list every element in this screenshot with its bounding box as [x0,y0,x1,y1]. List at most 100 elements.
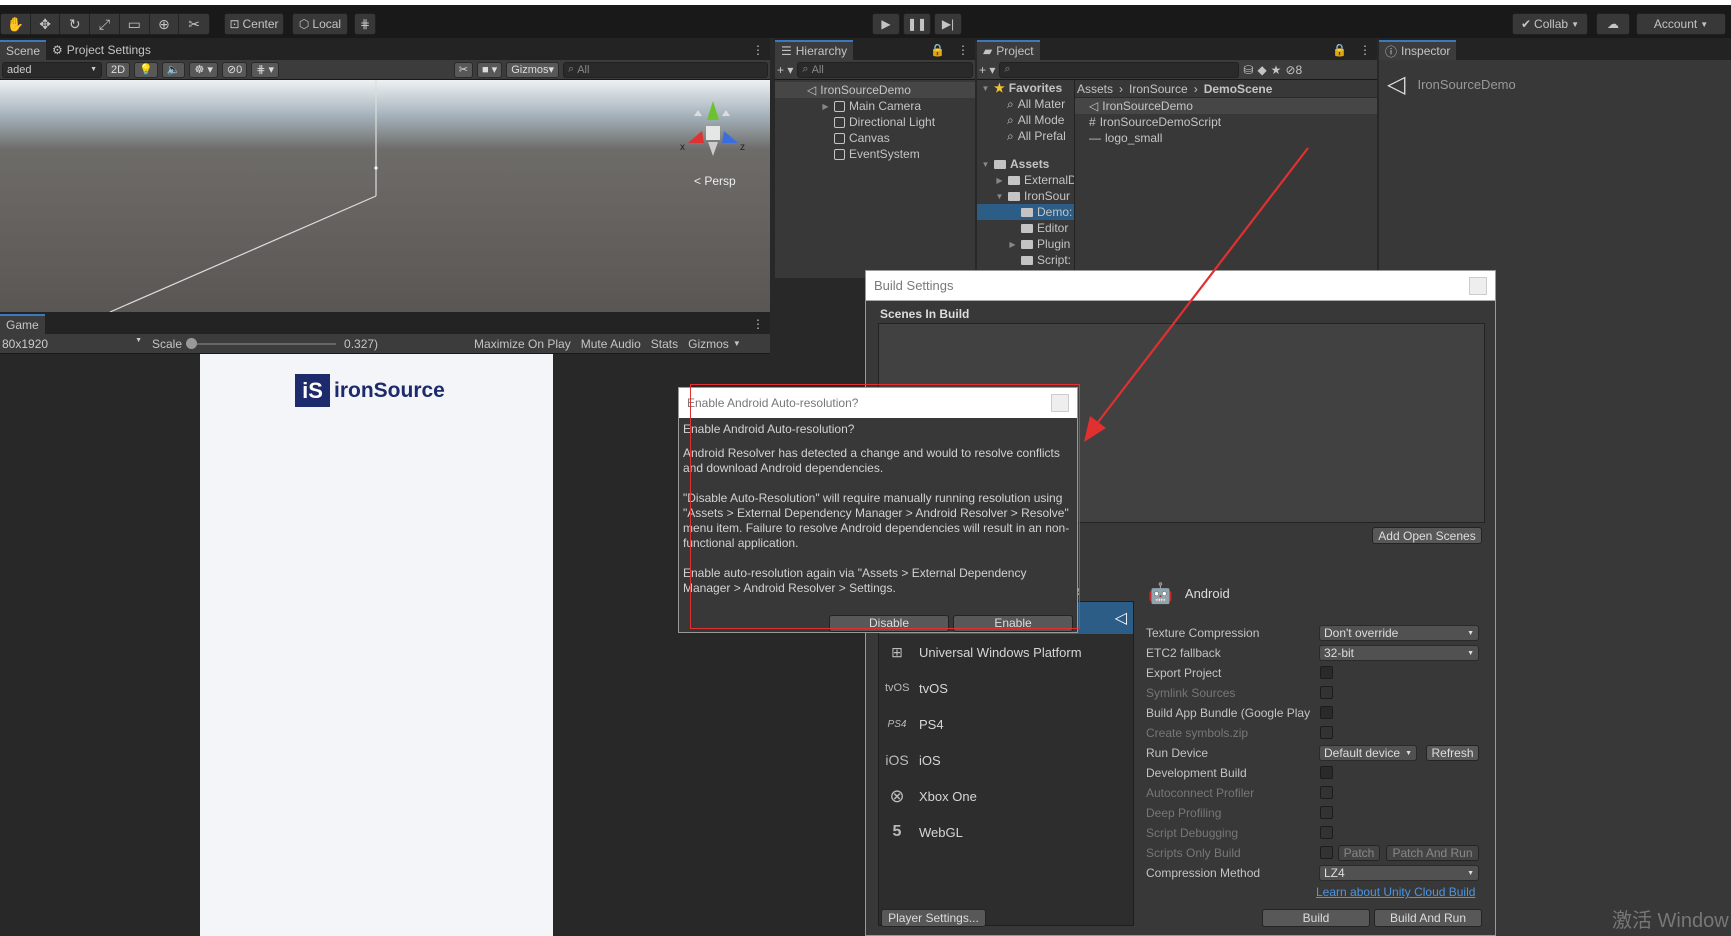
scale-slider[interactable] [186,337,337,349]
breadcrumb-item[interactable]: DemoScene [1204,82,1273,96]
stats-toggle[interactable]: Stats [651,337,678,351]
rotate-tool-icon[interactable]: ↻ [60,14,91,34]
tools-icon[interactable]: ✂ [453,61,473,78]
hierarchy-item-eventsystem[interactable]: EventSystem [775,146,975,162]
refresh-button[interactable]: Refresh [1426,745,1479,761]
transform-tool-icon[interactable]: ⊕ [150,14,180,34]
collab-button[interactable]: ✔ Collab ▼ [1512,13,1588,35]
tab-project[interactable]: ▰ Project [977,40,1040,60]
audio-toggle-icon[interactable]: 🔈 [161,61,186,78]
script-debugging-checkbox[interactable] [1320,826,1333,839]
mute-audio-toggle[interactable]: Mute Audio [581,337,641,351]
panel-menu-icon[interactable]: ⋮ [1353,40,1377,60]
scene-viewport[interactable]: x z < Persp [0,80,770,312]
platform-item[interactable]: ⊗ Xbox One [879,778,1133,814]
lock-icon[interactable]: 🔒 [1326,40,1353,60]
scene-orientation-gizmo[interactable]: x z [678,98,748,168]
step-button[interactable]: ▶| [934,13,962,35]
move-tool-icon[interactable]: ✥ [31,14,61,34]
player-settings-button[interactable]: Player Settings... [881,909,986,927]
close-icon[interactable] [1469,276,1487,295]
game-viewport[interactable]: iS ironSource [200,354,553,936]
tree-folder[interactable]: Editor [977,220,1074,236]
platform-item[interactable]: tvOS tvOS [879,670,1133,706]
cloud-button[interactable]: ☁ [1596,13,1630,35]
hand-tool-icon[interactable]: ✋ [1,14,31,34]
hierarchy-item-directional-light[interactable]: Directional Light [775,114,975,130]
add-open-scenes-button[interactable]: Add Open Scenes [1372,527,1482,544]
tab-hierarchy[interactable]: ☰ Hierarchy [775,40,854,60]
resolution-dropdown[interactable]: 80x1920 ▼ [2,337,142,351]
persp-label[interactable]: < Persp [694,174,736,188]
panel-menu-icon[interactable]: ⋮ [951,40,975,60]
tree-folder[interactable]: ▼ IronSour [977,188,1074,204]
scene-search-input[interactable]: ⌕ All [563,61,768,78]
filter-label-icon[interactable]: ◆ [1257,63,1266,77]
star-icon[interactable]: ★ [1271,63,1282,77]
space-local-button[interactable]: ⬡ Local [292,13,348,35]
platform-item[interactable]: 5 WebGL [879,814,1133,850]
tree-folder[interactable]: ▶ ExternalD [977,172,1074,188]
lock-icon[interactable]: 🔒 [924,40,951,60]
breadcrumb-item[interactable]: Assets [1077,82,1113,96]
camera-dropdown-icon[interactable]: ■ ▾ [476,61,503,78]
symlink-sources-checkbox[interactable] [1320,686,1333,699]
patch-button[interactable]: Patch [1338,845,1380,861]
deep-profiling-checkbox[interactable] [1320,806,1333,819]
breadcrumb-item[interactable]: IronSource [1129,82,1188,96]
tab-inspector[interactable]: ⓘ Inspector [1379,40,1457,60]
tree-folder[interactable]: Script: [977,252,1074,268]
compression-method-dropdown[interactable]: LZ4 ▼ [1319,865,1479,881]
grid-snap-button[interactable]: ⋕ [354,13,376,35]
tree-folder-selected[interactable]: Demo: [977,204,1074,220]
lighting-toggle-icon[interactable]: 💡 [134,61,158,78]
texture-compression-dropdown[interactable]: Don't override ▼ [1319,625,1479,641]
hierarchy-search-input[interactable]: ⌕ All [797,61,973,78]
create-symbols-checkbox[interactable] [1320,726,1333,739]
app-bundle-checkbox[interactable] [1320,706,1333,719]
shading-mode-dropdown[interactable]: aded ▼ [2,61,102,78]
gizmos-dropdown[interactable]: Gizmos ▾ [506,61,559,78]
play-button[interactable]: ▶ [872,13,900,35]
tree-favorites[interactable]: ▼ ★ Favorites [977,80,1074,96]
scale-slider-handle[interactable] [186,337,198,349]
build-button[interactable]: Build [1262,909,1370,927]
platform-item[interactable]: PS4 PS4 [879,706,1133,742]
file-item[interactable]: # IronSourceDemoScript [1075,114,1377,130]
tab-scene[interactable]: Scene [0,40,47,60]
scale-tool-icon[interactable]: ⤢ [90,14,120,34]
file-item[interactable]: ◁ IronSourceDemo [1075,98,1377,114]
hierarchy-item-canvas[interactable]: Canvas [775,130,975,146]
panel-menu-icon[interactable]: ⋮ [746,40,770,60]
tree-favorite-item[interactable]: ⌕ All Mater [977,96,1074,112]
add-icon[interactable]: + ▾ [979,63,995,77]
platform-item[interactable]: ⊞ Universal Windows Platform [879,634,1133,670]
rect-tool-icon[interactable]: ▭ [120,14,150,34]
hidden-packages-toggle[interactable]: ⊘8 [1285,63,1302,77]
scripts-only-build-checkbox[interactable] [1320,846,1333,859]
tab-project-settings[interactable]: ⚙ Project Settings [46,40,157,60]
filter-type-icon[interactable]: ⛁ [1243,63,1253,77]
custom-tool-icon[interactable]: ✂ [179,14,209,34]
2d-toggle[interactable]: 2D [106,61,131,78]
tree-favorite-item[interactable]: ⌕ All Mode [977,112,1074,128]
platform-item[interactable]: iOS iOS [879,742,1133,778]
pause-button[interactable]: ❚❚ [903,13,931,35]
game-gizmos-toggle[interactable]: Gizmos [688,337,729,351]
tree-assets[interactable]: ▼ Assets [977,156,1074,172]
build-and-run-button[interactable]: Build And Run [1374,909,1482,927]
maximize-on-play-toggle[interactable]: Maximize On Play [474,337,571,351]
autoconnect-profiler-checkbox[interactable] [1320,786,1333,799]
tab-game[interactable]: Game [0,314,45,334]
project-search-input[interactable]: ⌕ [999,61,1240,78]
cloud-build-link[interactable]: Learn about Unity Cloud Build [1316,885,1475,899]
add-icon[interactable]: + ▾ [777,63,793,77]
account-button[interactable]: Account ▼ [1636,13,1726,35]
hierarchy-item-main-camera[interactable]: ▶ Main Camera [775,98,975,114]
panel-menu-icon[interactable]: ⋮ [746,314,770,334]
tree-folder[interactable]: ▶ Plugin [977,236,1074,252]
export-project-checkbox[interactable] [1320,666,1333,679]
patch-and-run-button[interactable]: Patch And Run [1386,845,1479,861]
run-device-dropdown[interactable]: Default device ▼ [1319,745,1417,761]
effects-dropdown-icon[interactable]: ☸ ▾ [189,61,218,78]
